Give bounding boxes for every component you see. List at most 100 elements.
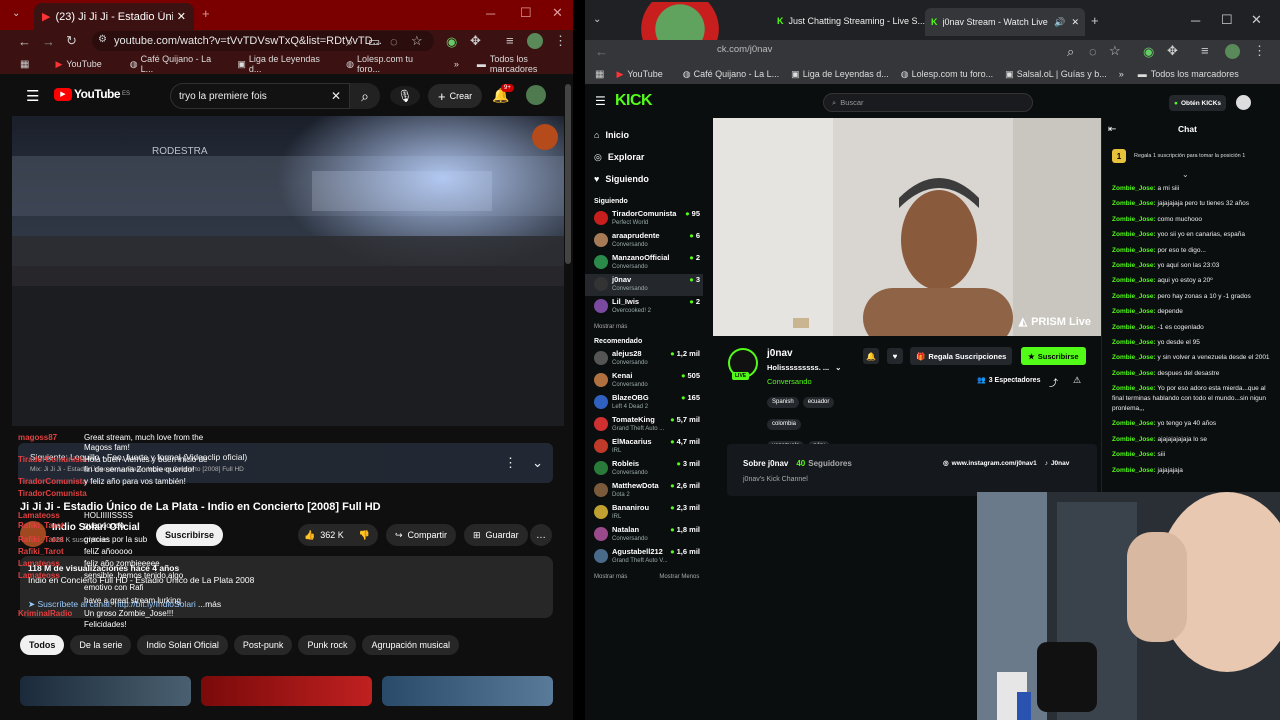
url-text[interactable]: ck.com/j0nav [717,44,772,55]
chat-username[interactable]: Zombie_Jose: [1112,451,1156,458]
create-button[interactable]: + Crear [428,84,483,108]
page-scrollbar[interactable] [565,84,571,264]
bookmark-lolesp[interactable]: Lolesp.com tu foro... [357,54,434,74]
apps-grid-icon[interactable]: ▦ [595,69,604,80]
more-bookmarks[interactable]: » [1119,69,1124,79]
audio-playing-icon[interactable]: 🔊 [1054,17,1065,28]
nav-explore[interactable]: ◎ Explorar [585,146,713,168]
share-icon[interactable]: ⤴ [1049,376,1058,389]
bookmark-star-icon[interactable]: ☆ [411,33,423,49]
chat-username[interactable]: Zombie_Jose: [1112,324,1156,331]
tag[interactable]: colombia [767,418,802,430]
nav-following[interactable]: ♥ Siguiendo [585,168,713,190]
profile-avatar[interactable] [527,33,543,49]
menu-kebab-icon[interactable]: ⋮ [554,33,567,49]
related-video-thumbnail[interactable] [382,676,553,706]
tag[interactable]: Spanish [767,396,799,408]
sidebar-channel-blazeobg[interactable]: BlazeOBG Left 4 Dead 2 ● 165 [585,392,703,414]
puzzle-icon[interactable]: ✥ [470,33,481,49]
chat-username[interactable]: Zombie_Jose: [1112,247,1156,254]
subscribe-button[interactable]: Suscribirse [156,524,224,546]
kick-logo[interactable]: KICK [615,92,653,110]
tab-search-icon[interactable]: ⌄ [593,14,601,25]
sidebar-channel-bananirou[interactable]: Bananirou IRL ● 2,3 mil [585,502,703,524]
bookmark-cafe[interactable]: Café Quijano - La L... [141,54,222,74]
window-close-icon[interactable]: ✕ [552,5,563,21]
chip-series[interactable]: De la serie [70,635,132,655]
youtube-logo[interactable]: ▶ YouTube ES [54,87,130,101]
sidebar-channel-tiradorcomunista[interactable]: TiradorComunista Perfect World ● 95 [585,208,703,230]
video-player[interactable]: RODESTRA [12,116,564,426]
bookmark-liga[interactable]: Liga de Leyendas d... [249,54,330,74]
zoom-icon[interactable]: ⌕ [346,34,353,50]
bookmark-lolesp[interactable]: Lolesp.com tu foro... [912,69,994,79]
eye-off-icon[interactable]: ◌ [390,34,398,49]
chip-channel[interactable]: Indio Solari Oficial [137,635,228,655]
chevron-down-icon[interactable]: ⌄ [835,363,841,372]
chat-username[interactable]: Zombie_Jose: [1112,277,1156,284]
chat-username[interactable]: Zombie_Jose: [1112,262,1156,269]
tab-youtube[interactable]: ▶ (23) Ji Ji Ji - Estadio Único de L... … [34,3,194,30]
bookmark-cafe[interactable]: Café Quijano - La L... [694,69,780,79]
window-close-icon[interactable]: ✕ [1251,12,1262,28]
close-icon[interactable]: ✕ [1071,17,1079,28]
extension-icon[interactable]: ◉ [446,34,457,50]
clear-search-icon[interactable]: ✕ [331,89,341,103]
bookmark-youtube[interactable]: YouTube [627,69,662,79]
tiktok-link[interactable]: J0nav [1051,460,1069,467]
sidebar-channel-agustabell212[interactable]: Agustabell212 Grand Theft Auto V... ● 1,6 m… [585,546,703,568]
chat-username[interactable]: Zombie_Jose: [1112,385,1156,392]
bookmark-star-icon[interactable]: ☆ [1109,43,1121,59]
youtube-search-input[interactable]: tryo la premiere fois ✕ [170,83,350,109]
subscribe-button[interactable]: ★ Suscribirse [1021,347,1086,365]
chat-username[interactable]: Zombie_Jose: [1112,467,1156,474]
related-video-thumbnail[interactable] [201,676,372,706]
pinned-chevron-icon[interactable]: ⌄ [1182,170,1189,179]
eye-off-icon[interactable]: ◌ [1089,44,1097,59]
site-info-icon[interactable]: ⚙ [98,34,107,45]
puzzle-icon[interactable]: ✥ [1167,43,1178,59]
tab-just-chatting[interactable]: K Just Chatting Streaming - Live S... ✕ [771,12,947,30]
chip-musical-group[interactable]: Agrupación musical [362,635,460,655]
chip-punk-rock[interactable]: Punk rock [298,635,357,655]
sidebar-channel-lil_iwis[interactable]: Lil_Iwis Overcooked! 2 ● 2 [585,296,703,318]
menu-kebab-icon[interactable]: ⋮ [1253,43,1266,59]
more-actions-button[interactable]: … [530,524,552,546]
sidebar-channel-alejus28[interactable]: alejus28 Conversando ● 1,2 mil [585,348,703,370]
media-icon[interactable]: ≡ [1201,43,1209,58]
sidebar-channel-araaprudente[interactable]: araaprudente Conversando ● 6 [585,230,703,252]
cast-icon[interactable]: ▭ [368,34,380,50]
chat-username[interactable]: Zombie_Jose: [1112,420,1156,427]
forward-icon[interactable]: → [42,34,55,49]
new-tab-icon[interactable]: + [1091,13,1099,28]
chat-username[interactable]: Zombie_Jose: [1112,308,1156,315]
close-icon[interactable]: ✕ [177,10,186,23]
voice-search-icon[interactable]: 🎙 [390,86,420,106]
sidebar-channel-robleis[interactable]: Robleis Conversando ● 3 mil [585,458,703,480]
all-bookmarks[interactable]: Todos los marcadores [1151,69,1239,79]
channel-watermark[interactable] [532,124,558,150]
expand-chevron-down-icon[interactable]: ⌄ [532,455,543,471]
gift-subs-button[interactable]: 🎁 Regala Suscripciones [910,347,1013,365]
follow-heart-button[interactable]: ♥ [887,348,903,364]
more-bookmarks[interactable]: » [454,59,459,69]
reload-icon[interactable]: ↻ [66,33,77,49]
kick-video-player[interactable]: ◭ PRISM Live [713,118,1101,336]
zoom-icon[interactable]: ⌕ [1067,44,1074,60]
stream-category[interactable]: Conversando [767,377,812,386]
streamer-name[interactable]: j0nav [767,348,793,359]
search-button[interactable]: ⌕ [350,83,380,109]
chat-username[interactable]: Zombie_Jose: [1112,354,1156,361]
maximize-icon[interactable]: ☐ [520,5,532,21]
address-bar[interactable]: ⚙ youtube.com/watch?v=tVvTDVswTxQ&list=R… [92,31,434,51]
nav-home[interactable]: ⌂ Inicio [585,124,713,146]
bookmark-salsal[interactable]: Salsal.oL | Guías y b... [1017,69,1107,79]
back-icon[interactable]: ← [18,34,31,49]
sidebar-channel-elmacarius[interactable]: ElMacarius IRL ● 4,7 mil [585,436,703,458]
thumbs-up-icon[interactable]: 👍 [304,530,315,541]
bookmark-youtube[interactable]: YouTube [66,59,101,69]
thumbs-down-icon[interactable]: 👎 [359,530,370,541]
chat-username[interactable]: Zombie_Jose: [1112,370,1156,377]
show-less-recommended[interactable]: Mostrar Menos [659,574,699,580]
chat-username[interactable]: Zombie_Jose: [1112,185,1156,192]
